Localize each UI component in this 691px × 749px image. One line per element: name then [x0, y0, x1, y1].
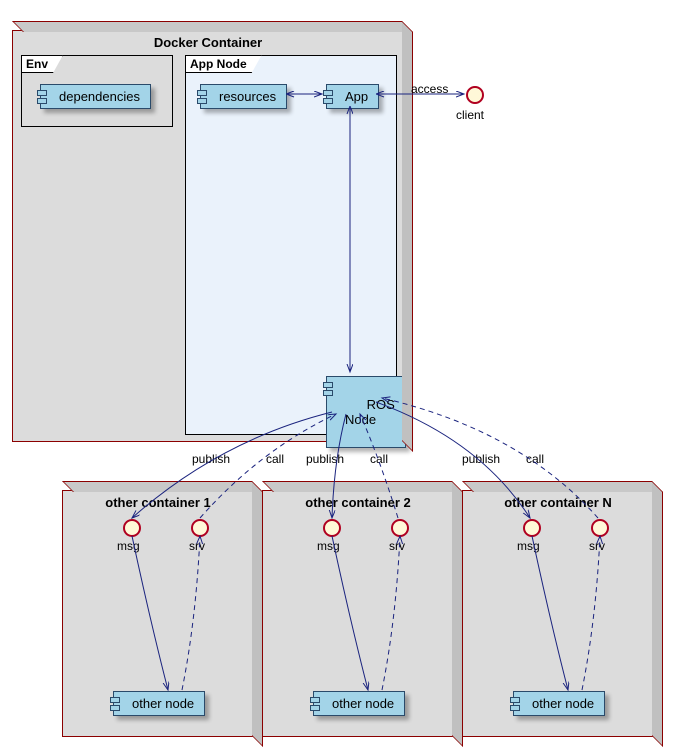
resources-component: resources — [200, 84, 287, 109]
other-container-1-title: other container 1 — [63, 491, 253, 514]
access-label: access — [411, 82, 448, 96]
other-container-n-node: other container N msg srv other node — [462, 490, 654, 737]
publish-label-n: publish — [462, 452, 500, 466]
msg-interface-n — [523, 519, 541, 537]
other-container-2-node: other container 2 msg srv other node — [262, 490, 454, 737]
other-container-1-node: other container 1 msg srv other node — [62, 490, 254, 737]
srv-label-1: srv — [189, 539, 205, 553]
call-label-2: call — [370, 452, 388, 466]
srv-label-n: srv — [589, 539, 605, 553]
app-node-frame-tab: App Node — [185, 55, 262, 73]
msg-label-2: msg — [317, 539, 340, 553]
msg-interface-1 — [123, 519, 141, 537]
ros-node-component: ROS Node — [326, 376, 406, 448]
srv-interface-1 — [191, 519, 209, 537]
dependencies-label: dependencies — [59, 89, 140, 104]
app-node-frame: App Node resources App ROS Node — [185, 55, 397, 435]
other-node-component-1: other node — [113, 691, 205, 716]
msg-label-1: msg — [117, 539, 140, 553]
other-node-label-2: other node — [332, 696, 394, 711]
publish-label-1: publish — [192, 452, 230, 466]
ros-node-label: ROS Node — [345, 397, 395, 428]
other-container-2-title: other container 2 — [263, 491, 453, 514]
docker-container-node: Docker Container Env dependencies App No… — [12, 30, 404, 442]
dependencies-component: dependencies — [40, 84, 151, 109]
env-frame: Env dependencies — [21, 55, 173, 127]
client-interface — [466, 86, 484, 104]
srv-interface-2 — [391, 519, 409, 537]
other-node-component-2: other node — [313, 691, 405, 716]
srv-interface-n — [591, 519, 609, 537]
other-container-n-title: other container N — [463, 491, 653, 514]
env-frame-tab: Env — [21, 55, 63, 73]
other-node-label-n: other node — [532, 696, 594, 711]
call-label-1: call — [266, 452, 284, 466]
msg-interface-2 — [323, 519, 341, 537]
srv-label-2: srv — [389, 539, 405, 553]
client-label: client — [456, 108, 484, 122]
publish-label-2: publish — [306, 452, 344, 466]
call-label-n: call — [526, 452, 544, 466]
resources-label: resources — [219, 89, 276, 104]
app-label: App — [345, 89, 368, 104]
docker-container-title: Docker Container — [13, 31, 403, 54]
other-node-component-n: other node — [513, 691, 605, 716]
msg-label-n: msg — [517, 539, 540, 553]
other-node-label-1: other node — [132, 696, 194, 711]
app-component: App — [326, 84, 379, 109]
